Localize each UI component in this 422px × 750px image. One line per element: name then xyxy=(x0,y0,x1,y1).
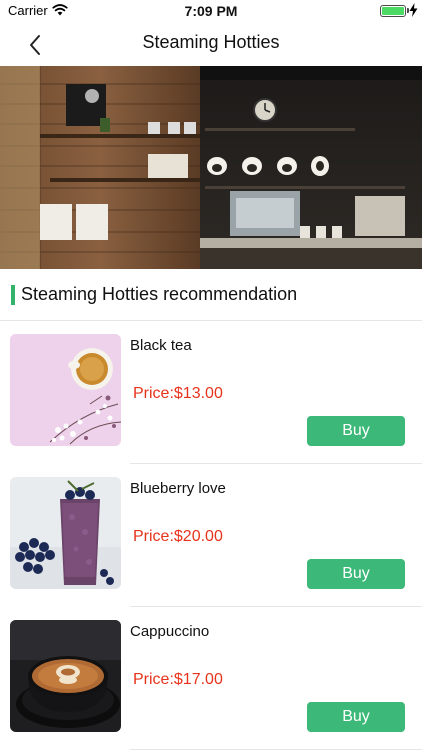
battery-icon xyxy=(380,5,406,17)
product-name: Black tea xyxy=(130,337,192,354)
status-bar: Carrier 7:09 PM xyxy=(0,0,422,22)
buy-button[interactable]: Buy xyxy=(307,416,405,446)
product-price: Price:$13.00 xyxy=(133,385,223,402)
product-price: Price:$17.00 xyxy=(133,671,223,688)
product-name: Blueberry love xyxy=(130,480,226,497)
list-item[interactable]: Black tea Price:$13.00 Buy xyxy=(0,321,422,464)
section-accent-bar xyxy=(11,285,15,305)
product-image-blueberry-love xyxy=(10,477,121,589)
section-title: Steaming Hotties recommendation xyxy=(21,284,298,304)
list-item[interactable]: Blueberry love Price:$20.00 Buy xyxy=(0,464,422,607)
product-image-black-tea xyxy=(10,334,121,446)
charging-bolt-icon xyxy=(409,3,418,17)
product-list: Black tea Price:$13.00 Buy Blueberry lov… xyxy=(0,321,422,750)
product-price: Price:$20.00 xyxy=(133,528,223,545)
navigation-bar: Steaming Hotties xyxy=(0,22,422,66)
battery-level xyxy=(382,7,404,15)
list-item[interactable]: Cappuccino Price:$17.00 Buy xyxy=(0,607,422,750)
buy-button[interactable]: Buy xyxy=(307,559,405,589)
product-image-cappuccino xyxy=(10,620,121,732)
buy-button[interactable]: Buy xyxy=(307,702,405,732)
hero-banner-image xyxy=(0,66,422,269)
page-title: Steaming Hotties xyxy=(142,32,280,52)
clock-time: 7:09 PM xyxy=(184,3,238,19)
section-header: Steaming Hotties recommendation xyxy=(0,269,422,321)
product-name: Cappuccino xyxy=(130,623,210,640)
